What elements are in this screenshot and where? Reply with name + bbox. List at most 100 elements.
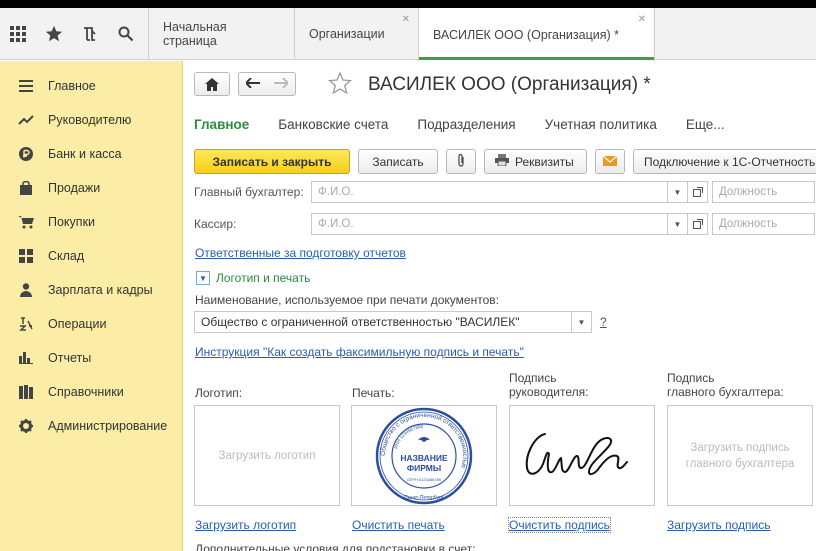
app-window: Начальная страница Организации ✕ ВАСИЛЕК… bbox=[0, 8, 816, 551]
tab-vasilek[interactable]: ВАСИЛЕК ООО (Организация) * ✕ bbox=[418, 8, 655, 61]
sidebar-item-label: Склад bbox=[48, 249, 85, 263]
star-icon[interactable] bbox=[36, 8, 72, 60]
print-name-input[interactable]: Общество с ограниченной ответственностью… bbox=[194, 311, 572, 333]
cashier-label: Кассир: bbox=[194, 217, 237, 231]
save-button[interactable]: Записать bbox=[358, 149, 438, 174]
sidebar-item-bank[interactable]: Банк и касса bbox=[0, 137, 182, 171]
tab-organizations[interactable]: Организации ✕ bbox=[294, 8, 418, 60]
chief-accountant-position-input[interactable]: Должность bbox=[712, 181, 815, 203]
logo-caption: Логотип: bbox=[195, 386, 243, 400]
clear-signature-link[interactable]: Очистить подпись bbox=[508, 517, 611, 533]
open-form-icon[interactable] bbox=[688, 181, 708, 203]
logo-placeholder: Загрузить логотип bbox=[218, 449, 316, 462]
chief-accountant-row: Главный бухгалтер: Ф.И.О. ▼ Должность bbox=[194, 181, 815, 203]
logo-section-toggle[interactable]: ▼ Логотип и печать bbox=[196, 271, 310, 285]
stamp-image: Общество с ограниченной ответственностью… bbox=[375, 407, 473, 504]
home-button[interactable] bbox=[194, 72, 230, 96]
caption-line: главного бухгалтера: bbox=[667, 385, 784, 399]
sidebar-item-purchases[interactable]: Покупки bbox=[0, 205, 182, 239]
sidebar-item-label: Администрирование bbox=[48, 419, 168, 433]
section-nav: Главное Банковские счета Подразделения У… bbox=[194, 117, 754, 132]
trend-chart-icon bbox=[16, 112, 36, 128]
connect-reporting-button[interactable]: Подключение к 1С-Отчетность bbox=[633, 149, 816, 174]
section-accounting-policy[interactable]: Учетная политика bbox=[545, 117, 657, 132]
history-icon[interactable] bbox=[72, 8, 108, 60]
chief-accountant-input[interactable]: Ф.И.О. bbox=[311, 181, 668, 203]
details-label: Реквизиты bbox=[515, 154, 574, 169]
cashier-position-input[interactable]: Должность bbox=[712, 213, 815, 235]
instruction-link[interactable]: Инструкция "Как создать факсимильную под… bbox=[195, 345, 524, 359]
section-more[interactable]: Еще... bbox=[686, 117, 725, 132]
sidebar-item-sales[interactable]: Продажи bbox=[0, 171, 182, 205]
back-arrow-icon[interactable] bbox=[244, 77, 260, 91]
open-form-icon[interactable] bbox=[688, 213, 708, 235]
cashier-input[interactable]: Ф.И.О. bbox=[311, 213, 668, 235]
favorite-star-icon[interactable] bbox=[327, 71, 353, 95]
svg-text:НАЗВАНИЕ: НАЗВАНИЕ bbox=[400, 453, 448, 463]
chief-accountant-label: Главный бухгалтер: bbox=[194, 185, 304, 199]
chevron-down-icon[interactable]: ▼ bbox=[572, 311, 592, 333]
cashier-row: Кассир: Ф.И.О. ▼ Должность bbox=[194, 213, 815, 235]
sidebar-item-catalogs[interactable]: Справочники bbox=[0, 375, 182, 409]
accountant-signature-box[interactable]: Загрузить подпись главного бухгалтера bbox=[667, 405, 813, 506]
forward-arrow-icon[interactable] bbox=[274, 77, 290, 91]
close-icon[interactable]: ✕ bbox=[638, 14, 646, 25]
toolbar: Записать и закрыть Записать Реквизиты По… bbox=[194, 149, 816, 174]
books-icon bbox=[16, 384, 36, 400]
sidebar-item-label: Покупки bbox=[48, 215, 96, 229]
apps-grid-icon[interactable] bbox=[0, 8, 36, 60]
tab-home[interactable]: Начальная страница bbox=[148, 8, 294, 60]
sidebar-item-label: Отчеты bbox=[48, 351, 92, 365]
attach-button[interactable] bbox=[446, 149, 476, 174]
print-name-label: Наименование, используемое при печати до… bbox=[195, 293, 499, 307]
upload-signature-link[interactable]: Загрузить подпись bbox=[667, 518, 771, 532]
sidebar-item-salary[interactable]: Зарплата и кадры bbox=[0, 273, 182, 307]
help-link[interactable]: ? bbox=[600, 315, 607, 329]
signature-image bbox=[525, 432, 628, 475]
sidebar-item-reports[interactable]: Отчеты bbox=[0, 341, 182, 375]
details-button[interactable]: Реквизиты bbox=[484, 149, 587, 174]
section-main[interactable]: Главное bbox=[194, 117, 249, 132]
sidebar-item-label: Банк и касса bbox=[48, 147, 122, 161]
operations-icon bbox=[16, 316, 36, 332]
placeholder-line: Загрузить подпись bbox=[690, 441, 790, 454]
sidebar-item-label: Продажи bbox=[48, 181, 101, 195]
warehouse-grid-icon bbox=[16, 248, 36, 264]
svg-text:ФИРМЫ: ФИРМЫ bbox=[407, 463, 441, 473]
logo-image-box[interactable]: Загрузить логотип bbox=[194, 405, 340, 506]
sidebar-item-director[interactable]: Руководителю bbox=[0, 103, 182, 137]
save-and-close-button[interactable]: Записать и закрыть bbox=[194, 149, 350, 174]
accountant-signature-placeholder: Загрузить подпись главного бухгалтера bbox=[686, 440, 795, 472]
stamp-image-box[interactable]: Общество с ограниченной ответственностью… bbox=[351, 405, 497, 506]
responsible-reports-link[interactable]: Ответственные за подготовку отчетов bbox=[195, 246, 406, 260]
additional-conditions-label: Дополнительные условия для подстановки в… bbox=[195, 542, 476, 551]
clear-stamp-link[interactable]: Очистить печать bbox=[352, 518, 445, 532]
section-bank-accounts[interactable]: Банковские счета bbox=[278, 117, 388, 132]
sidebar-item-label: Справочники bbox=[48, 385, 124, 399]
accountant-signature-caption: Подпись главного бухгалтера: bbox=[667, 371, 784, 399]
paperclip-icon bbox=[457, 153, 465, 170]
chevron-down-icon[interactable]: ▼ bbox=[668, 213, 688, 235]
svg-text:Санкт-Петербург: Санкт-Петербург bbox=[404, 495, 443, 501]
caption-line: руководителя: bbox=[509, 385, 589, 399]
sidebar-item-operations[interactable]: Операции bbox=[0, 307, 182, 341]
sidebar-item-label: Операции bbox=[48, 317, 107, 331]
director-signature-caption: Подпись руководителя: bbox=[509, 371, 588, 399]
sidebar-item-main[interactable]: Главное bbox=[0, 69, 182, 103]
director-signature-box[interactable] bbox=[509, 405, 655, 506]
close-icon[interactable]: ✕ bbox=[402, 14, 410, 25]
email-button[interactable] bbox=[595, 149, 625, 174]
sidebar-item-label: Главное bbox=[48, 79, 96, 93]
caption-line: Подпись bbox=[667, 371, 715, 385]
upload-logo-link[interactable]: Загрузить логотип bbox=[195, 518, 296, 532]
sidebar-item-admin[interactable]: Администрирование bbox=[0, 409, 182, 443]
printer-icon bbox=[495, 154, 509, 169]
logo-section-title: Логотип и печать bbox=[216, 271, 311, 285]
shopping-bag-icon bbox=[16, 180, 36, 196]
sidebar-item-warehouse[interactable]: Склад bbox=[0, 239, 182, 273]
search-icon[interactable] bbox=[108, 8, 144, 60]
page-title: ВАСИЛЕК ООО (Организация) * bbox=[368, 74, 651, 95]
chevron-down-icon[interactable]: ▼ bbox=[668, 181, 688, 203]
sidebar: Главное Руководителю Банк и касса Продаж… bbox=[0, 61, 183, 551]
section-departments[interactable]: Подразделения bbox=[417, 117, 515, 132]
